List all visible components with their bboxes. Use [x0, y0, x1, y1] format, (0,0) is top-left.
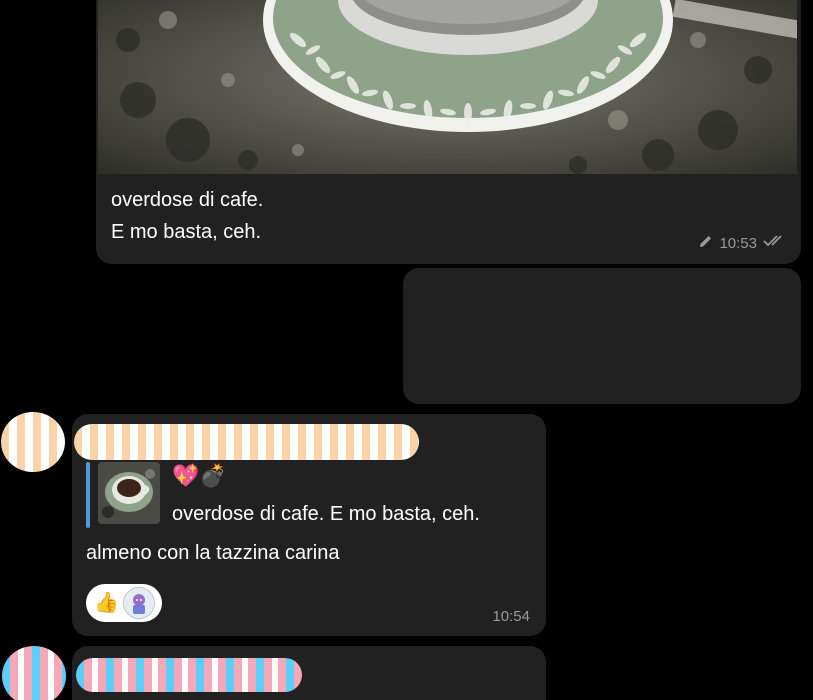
reply-thumbnail	[98, 462, 160, 524]
reactor-avatar-icon[interactable]	[122, 587, 155, 619]
sender-avatar-2[interactable]	[2, 646, 66, 700]
reply-emoji: 💖💣	[172, 463, 227, 488]
message-text: almeno con la tazzina carina	[86, 542, 340, 564]
caption-line-2: E mo basta, ceh.	[111, 221, 262, 243]
chat-view: overdose di cafe. E mo basta, ceh. 10:53	[0, 0, 813, 700]
caption-line-1: overdose di cafe.	[111, 189, 264, 211]
reply-text: 💖💣 overdose di cafe. E mo basta, ceh.	[172, 462, 480, 528]
sender-name-redacted[interactable]	[74, 424, 419, 460]
message-time: 10:53	[719, 234, 757, 252]
message-meta-incoming: 10:54	[492, 608, 530, 625]
reply-quote: overdose di cafe. E mo basta, ceh.	[172, 503, 480, 525]
thumbs-up-reaction[interactable]: 👍	[94, 591, 119, 615]
incoming-message-2[interactable]	[72, 646, 546, 700]
pencil-icon	[699, 234, 713, 252]
message-time-incoming: 10:54	[492, 608, 530, 625]
reaction-pill[interactable]: 👍	[86, 584, 162, 622]
photo-illustration	[98, 0, 797, 174]
coffee-saucer-photo[interactable]	[98, 0, 797, 174]
sender-name-redacted-2[interactable]	[76, 658, 302, 692]
outgoing-photo-message[interactable]: overdose di cafe. E mo basta, ceh. 10:53	[96, 0, 801, 264]
message-meta: 10:53	[699, 234, 787, 252]
reply-preview[interactable]: 💖💣 overdose di cafe. E mo basta, ceh.	[86, 462, 526, 528]
incoming-message[interactable]: 💖💣 overdose di cafe. E mo basta, ceh. al…	[72, 414, 546, 636]
sender-avatar[interactable]	[1, 412, 65, 472]
reply-bar	[86, 462, 90, 528]
double-check-icon	[763, 234, 787, 252]
outgoing-empty-message[interactable]	[403, 268, 801, 404]
